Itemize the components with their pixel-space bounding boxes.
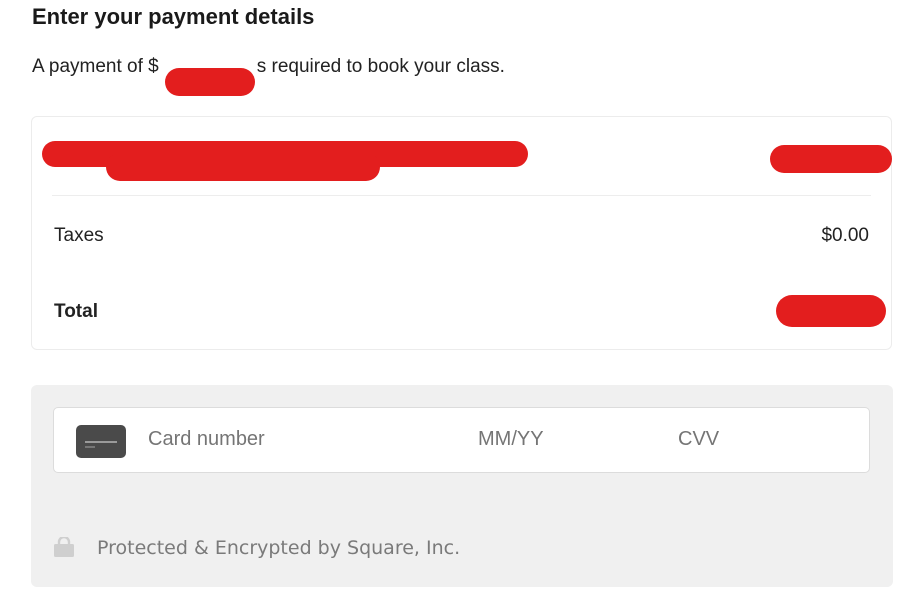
card-input-group[interactable] <box>53 407 870 473</box>
payment-page: Enter your payment details A payment of … <box>0 0 902 598</box>
credit-card-icon <box>76 425 126 458</box>
payment-description-prefix: A payment of $ <box>32 56 159 77</box>
lock-icon <box>54 537 74 557</box>
card-entry-panel: Protected & Encrypted by Square, Inc. <box>31 385 893 587</box>
payment-description: A payment of $ s required to book your cl… <box>32 56 505 96</box>
page-title: Enter your payment details <box>32 4 315 29</box>
security-notice: Protected & Encrypted by Square, Inc. <box>97 537 461 559</box>
cvv-input[interactable] <box>678 428 818 451</box>
payment-description-suffix: s required to book your class. <box>256 56 505 77</box>
total-label: Total <box>54 301 98 322</box>
summary-divider <box>52 195 871 196</box>
card-number-input[interactable] <box>148 428 448 451</box>
order-summary: Taxes $0.00 Total <box>31 116 892 350</box>
expiry-input[interactable] <box>478 428 618 451</box>
taxes-label: Taxes <box>54 225 104 246</box>
taxes-value: $0.00 <box>821 225 869 246</box>
